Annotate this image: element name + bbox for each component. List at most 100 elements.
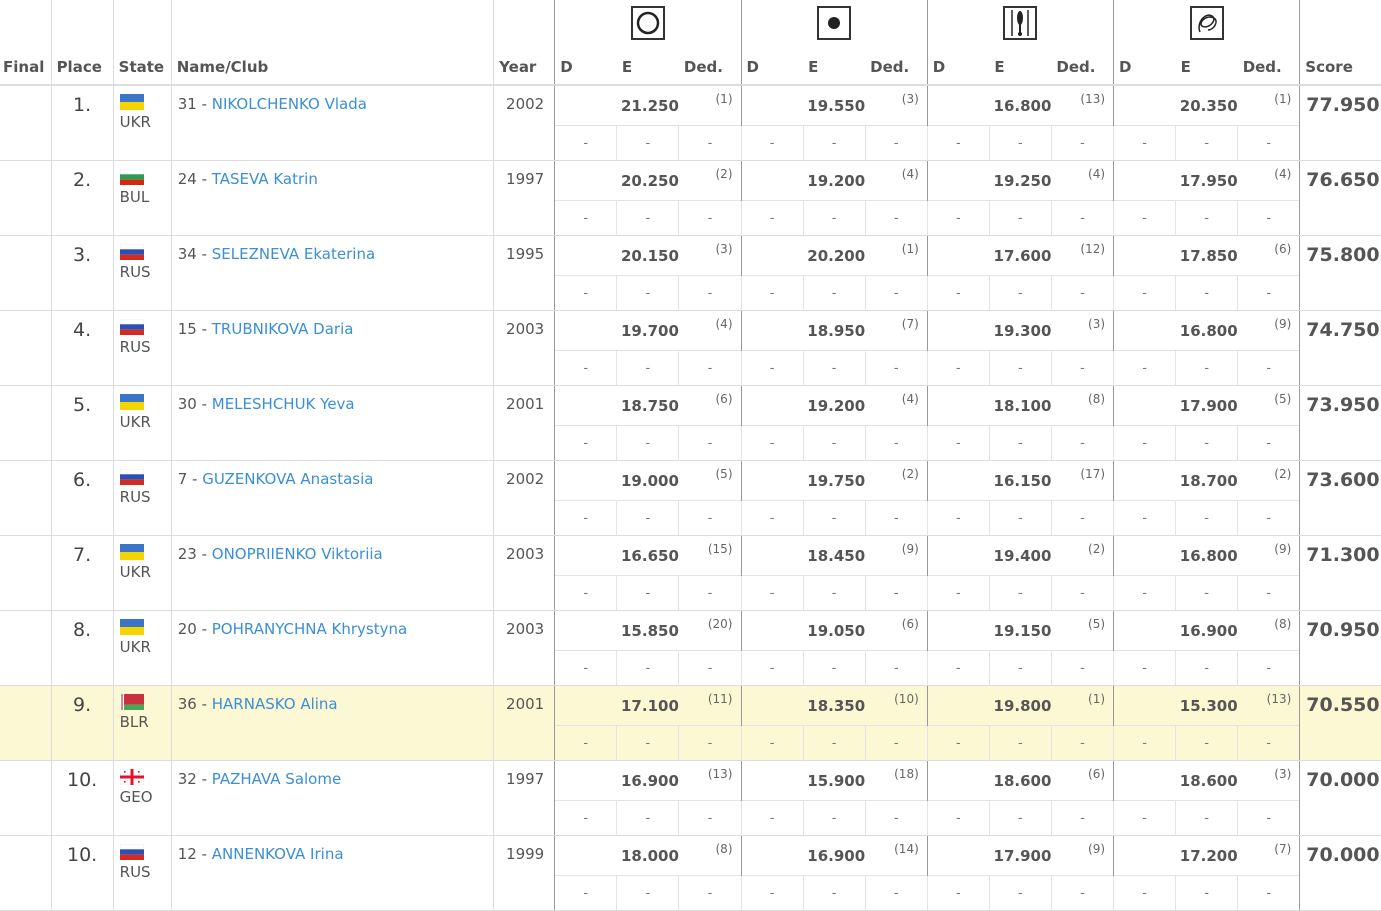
ball-d-value: - — [740, 425, 804, 461]
ball-rank: (2) — [901, 467, 919, 481]
result-row: 8. UKR 20 - POHRANYCHNA Khrystyna 2003 15.85… — [0, 610, 1381, 686]
ribbon-ded-value: - — [1237, 650, 1301, 686]
year-cell: 2002 — [493, 85, 555, 161]
ball-e-value: - — [802, 200, 866, 236]
ribbon-total: 18.600 — [1113, 760, 1238, 801]
ball-d-value: - — [740, 575, 804, 611]
state-cell: UKR — [112, 610, 172, 686]
name-club-cell: 32 - PAZHAVA Salome — [170, 760, 494, 836]
ball-d-value: - — [740, 650, 804, 686]
name-club-cell: 15 - TRUBNIKOVA Daria — [170, 310, 494, 386]
total-score: 70.950 — [1299, 610, 1381, 686]
ball-ded-value: - — [864, 425, 928, 461]
results-table: Final Place State Name/Club Year D E Ded… — [0, 0, 1381, 911]
ribbon-ded-value: - — [1237, 200, 1301, 236]
hoop-e-value: - — [616, 125, 679, 161]
clubs-rank: (6) — [1088, 767, 1106, 781]
gymnast-link[interactable]: GUZENKOVA Anastasia — [202, 470, 373, 488]
hoop-d-value: - — [554, 425, 617, 461]
clubs-ded-value: - — [1050, 350, 1114, 386]
final-cell — [0, 85, 52, 161]
hoop-ded-value: - — [678, 575, 741, 611]
hoop-rank: (8) — [715, 842, 733, 856]
gymnast-link[interactable]: SELEZNEVA Ekaterina — [212, 245, 375, 263]
ball-d-value: - — [740, 875, 804, 911]
ball-e-value: - — [802, 425, 866, 461]
clubs-total: 19.800 — [926, 685, 1052, 726]
hoop-column-header — [554, 0, 741, 40]
place-cell: 4. — [50, 310, 114, 386]
clubs-e-value: - — [988, 575, 1052, 611]
gymnast-link[interactable]: POHRANYCHNA Khrystyna — [212, 620, 407, 638]
hoop-ded-value: - — [678, 275, 741, 311]
year-cell: 1995 — [493, 235, 555, 311]
gymnast-link[interactable]: ANNENKOVA Irina — [212, 845, 344, 863]
ball-total: 19.200 — [740, 160, 866, 201]
state-cell: UKR — [112, 535, 172, 611]
ribbon-rank: (8) — [1237, 610, 1301, 651]
ukraine-flag-icon — [119, 619, 144, 635]
place-cell: 2. — [50, 160, 114, 236]
ball-rank: (6) — [901, 617, 919, 631]
result-row: 3. RUS 34 - SELEZNEVA Ekaterina 1995 20.150(… — [0, 235, 1381, 311]
ball-rank: (4) — [901, 392, 919, 406]
final-cell — [0, 535, 52, 611]
results-body: 1. UKR 31 - NIKOLCHENKO Vlada 2002 21.250 (1)… — [0, 85, 1381, 911]
final-header: Final — [0, 40, 52, 86]
ribbon-rank: (9) — [1237, 535, 1301, 576]
hoop-ded-value: - — [678, 500, 741, 536]
year-cell: 1997 — [493, 160, 555, 236]
clubs-icon — [1003, 6, 1038, 40]
gymnast-link[interactable]: TASEVA Katrin — [212, 170, 318, 188]
gymnast-link[interactable]: NIKOLCHENKO Vlada — [212, 95, 367, 113]
ribbon-icon — [1189, 6, 1224, 40]
ribbon-e-value: - — [1175, 800, 1238, 836]
hoop-d-value: - — [554, 875, 617, 911]
clubs-ded-value: - — [1050, 200, 1114, 236]
ball-rank: (3) — [901, 92, 919, 106]
ribbon-ded-value: - — [1237, 875, 1301, 911]
clubs-total: 16.150 — [926, 460, 1052, 501]
gymnast-link[interactable]: TRUBNIKOVA Daria — [212, 320, 354, 338]
hoop-ded-value: - — [678, 350, 741, 386]
year-cell: 2002 — [493, 460, 555, 536]
hoop-d-value: - — [554, 275, 617, 311]
state-cell: GEO — [112, 760, 172, 836]
result-row: 6. RUS 7 - GUZENKOVA Anastasia 2002 19.000 (5… — [0, 460, 1381, 536]
total-score: 70.550 — [1299, 685, 1381, 761]
hoop-rank: (1) — [715, 92, 733, 106]
ball-total: 18.350 — [740, 685, 866, 726]
hoop-e-header: E — [616, 40, 679, 86]
hoop-ded-value: - — [678, 800, 741, 836]
clubs-ded-value: - — [1050, 125, 1114, 161]
ukraine-flag-icon — [119, 544, 144, 560]
ribbon-d-value: - — [1113, 125, 1176, 161]
gymnast-link[interactable]: ONOPRIIENKO Viktoriia — [212, 545, 383, 563]
gymnast-link[interactable]: PAZHAVA Salome — [212, 770, 341, 788]
russia-flag-icon — [119, 318, 144, 335]
result-row: 9. BLR 36 - HARNASKO Alina 2001 17.100 (11) 18… — [0, 685, 1381, 761]
clubs-ded-value: - — [1050, 800, 1114, 836]
total-score: 75.800 — [1299, 235, 1381, 311]
score-header: Score — [1299, 40, 1381, 86]
clubs-d-value: - — [926, 800, 990, 836]
clubs-d-value: - — [926, 425, 990, 461]
hoop-d-value: - — [554, 575, 617, 611]
ball-ded-value: - — [864, 350, 928, 386]
ball-ded-value: - — [864, 800, 928, 836]
clubs-total: 19.150 — [926, 610, 1052, 651]
ribbon-ded-value: - — [1237, 575, 1301, 611]
gymnast-link[interactable]: HARNASKO Alina — [212, 695, 338, 713]
ribbon-rank: (3) — [1237, 760, 1301, 801]
ribbon-ded-value: - — [1237, 275, 1301, 311]
ball-total: 16.900 — [740, 835, 866, 876]
clubs-d-value: - — [926, 725, 990, 761]
hoop-ded-value: - — [678, 125, 741, 161]
clubs-d-value: - — [926, 650, 990, 686]
clubs-e-value: - — [988, 875, 1052, 911]
name-club-cell: 23 - ONOPRIIENKO Viktoriia — [170, 535, 494, 611]
result-row: 10. RUS 12 - ANNENKOVA Irina 1999 18.000 (8) 1… — [0, 835, 1381, 911]
ball-d-value: - — [740, 725, 804, 761]
state-header: State — [112, 40, 172, 86]
gymnast-link[interactable]: MELESHCHUK Yeva — [212, 395, 355, 413]
